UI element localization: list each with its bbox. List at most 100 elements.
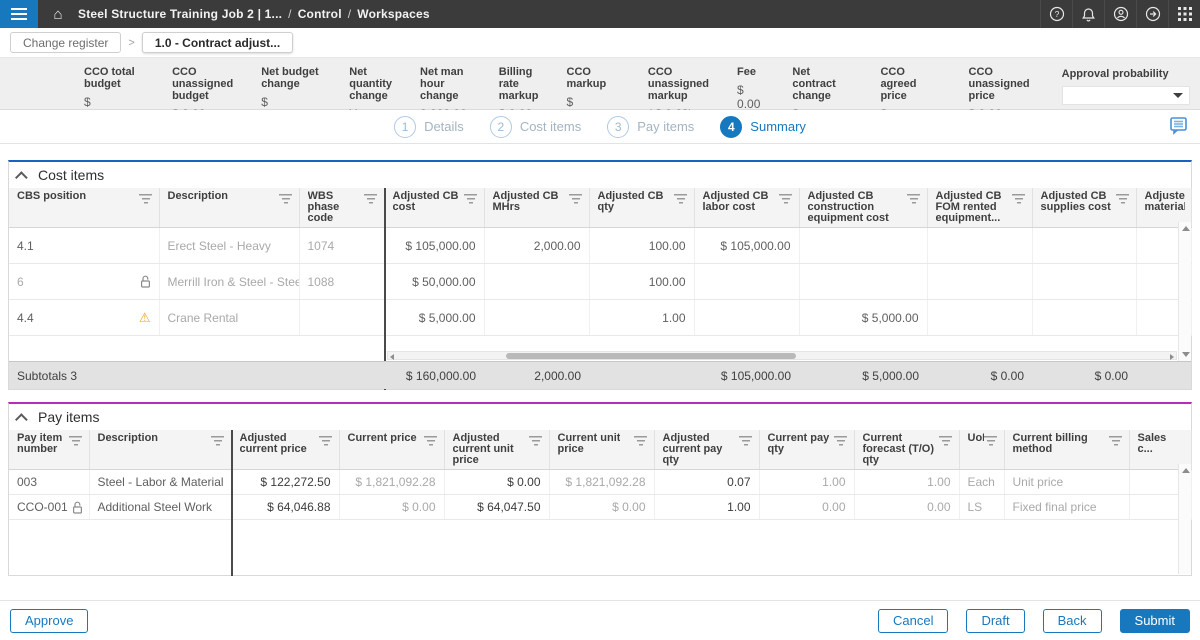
col-adjusted-cb-qty[interactable]: Adjusted CB qty — [589, 188, 694, 228]
col-pay-item-number[interactable]: Pay item number — [9, 430, 89, 470]
signout-icon[interactable] — [1136, 0, 1168, 28]
cost-row-1[interactable]: 4.1 Erect Steel - Heavy 1074 $ 105,000.0… — [9, 228, 1191, 264]
stat-fee: Fee$ 0.00 — [723, 66, 774, 111]
filter-icon[interactable] — [834, 435, 848, 446]
filter-icon[interactable] — [569, 193, 583, 204]
filter-icon[interactable] — [1116, 193, 1130, 204]
breadcrumb-workspaces[interactable]: Workspaces — [357, 7, 429, 21]
filter-icon[interactable] — [211, 435, 225, 446]
tab-contract-adjustment[interactable]: 1.0 - Contract adjust... — [142, 32, 293, 53]
filter-icon[interactable] — [319, 435, 333, 446]
col-current-unit-price[interactable]: Current unit price — [549, 430, 654, 470]
horizontal-scrollbar-thumb[interactable] — [506, 353, 796, 359]
cost-row-2[interactable]: 6 Merrill Iron & Steel - Steel m... 1088… — [9, 264, 1191, 300]
home-icon[interactable]: ⌂ — [38, 0, 78, 28]
notifications-icon[interactable] — [1072, 0, 1104, 28]
collapse-chevron-icon[interactable] — [15, 171, 28, 184]
wizard-stepper: 1Details 2Cost items 3Pay items 4Summary — [0, 110, 1200, 144]
col-adjusted-current-unit-price[interactable]: Adjusted current unit price — [444, 430, 549, 470]
col-adjusted-cb-fom-rented-equipment[interactable]: Adjusted CB FOM rented equipment... — [927, 188, 1032, 228]
filter-icon[interactable] — [939, 435, 953, 446]
filter-icon[interactable] — [907, 193, 921, 204]
cost-row-3[interactable]: 4.4⚠ Crane Rental $ 5,000.00 1.00 $ 5,00… — [9, 300, 1191, 336]
submit-button[interactable]: Submit — [1120, 609, 1190, 633]
filter-icon[interactable] — [674, 193, 688, 204]
filter-icon[interactable] — [424, 435, 438, 446]
cost-items-grid: CBS position Description WBS phase code … — [9, 188, 1192, 336]
approval-probability-select[interactable] — [1062, 86, 1190, 105]
col-pay-description[interactable]: Description — [89, 430, 231, 470]
breadcrumb-control[interactable]: Control — [298, 7, 342, 21]
unlock-icon — [72, 501, 83, 514]
summary-stats-bar: CCO total budget$ 160,000.00 CCO unassig… — [0, 58, 1200, 110]
filter-icon[interactable] — [279, 193, 293, 204]
unlock-icon — [140, 275, 151, 288]
scroll-right-icon[interactable] — [1170, 354, 1174, 360]
cost-header-row: CBS position Description WBS phase code … — [9, 188, 1191, 228]
stat-approval-probability: Approval probability — [1044, 66, 1200, 105]
filter-icon[interactable] — [634, 435, 648, 446]
col-adjusted-current-price[interactable]: Adjusted current price — [231, 430, 339, 470]
scroll-up-icon[interactable] — [1182, 468, 1190, 473]
step-summary[interactable]: 4Summary — [720, 116, 806, 138]
back-button[interactable]: Back — [1043, 609, 1102, 633]
svg-text:?: ? — [1054, 9, 1059, 19]
scroll-left-icon[interactable] — [390, 354, 394, 360]
col-adjusted-current-pay-qty[interactable]: Adjusted current pay qty — [654, 430, 759, 470]
comments-icon[interactable] — [1168, 117, 1188, 140]
approve-button[interactable]: Approve — [10, 609, 88, 633]
subtotals-label: Subtotals 3 — [9, 369, 384, 383]
filter-icon[interactable] — [739, 435, 753, 446]
apps-grid-icon[interactable] — [1168, 0, 1200, 28]
col-current-price[interactable]: Current price — [339, 430, 444, 470]
filter-icon[interactable] — [529, 435, 543, 446]
col-adjusted-cb-construction-equipment-cost[interactable]: Adjusted CB construction equipment cost — [799, 188, 927, 228]
horizontal-scrollbar[interactable] — [387, 351, 1177, 360]
col-adjusted-cb-labor-cost[interactable]: Adjusted CB labor cost — [694, 188, 799, 228]
col-wbs-phase-code[interactable]: WBS phase code — [299, 188, 384, 228]
account-icon[interactable] — [1104, 0, 1136, 28]
filter-icon[interactable] — [139, 193, 153, 204]
filter-icon[interactable] — [69, 435, 83, 446]
cost-items-panel: Cost items CBS position Description WBS … — [8, 160, 1192, 390]
filter-icon[interactable] — [1109, 435, 1123, 446]
pay-row-2[interactable]: CCO-001 Additional Steel Work $ 64,046.8… — [9, 495, 1191, 520]
frozen-column-divider[interactable] — [231, 430, 233, 576]
col-current-pay-qty[interactable]: Current pay qty — [759, 430, 854, 470]
col-adjusted-cb-cost[interactable]: Adjusted CB cost — [384, 188, 484, 228]
pay-row-1[interactable]: 003 Steel - Labor & Material $ 122,272.5… — [9, 470, 1191, 495]
filter-icon[interactable] — [464, 193, 478, 204]
col-current-billing-method[interactable]: Current billing method — [1004, 430, 1129, 470]
topbar-icons: ? — [1040, 0, 1200, 28]
scroll-up-icon[interactable] — [1182, 226, 1190, 231]
breadcrumb: Steel Structure Training Job 2 | 1.../Co… — [78, 7, 430, 21]
menu-icon[interactable] — [0, 0, 38, 28]
col-adjusted-cb-supplies-cost[interactable]: Adjusted CB supplies cost — [1032, 188, 1136, 228]
col-current-forecast-qty[interactable]: Current forecast (T/O) qty — [854, 430, 959, 470]
pay-items-panel: Pay items Pay item number Description Ad… — [8, 402, 1192, 576]
cancel-button[interactable]: Cancel — [878, 609, 948, 633]
collapse-chevron-icon[interactable] — [15, 413, 28, 426]
frozen-column-divider[interactable] — [384, 188, 386, 390]
filter-icon[interactable] — [779, 193, 793, 204]
step-details[interactable]: 1Details — [394, 116, 464, 138]
col-adjusted-cb-mhrs[interactable]: Adjusted CB MHrs — [484, 188, 589, 228]
breadcrumb-project[interactable]: Steel Structure Training Job 2 | 1... — [78, 7, 282, 21]
vertical-scrollbar[interactable] — [1178, 222, 1191, 361]
pay-header-row: Pay item number Description Adjusted cur… — [9, 430, 1191, 470]
col-description[interactable]: Description — [159, 188, 299, 228]
vertical-scrollbar[interactable] — [1178, 464, 1191, 574]
col-uom[interactable]: UoM — [959, 430, 1004, 470]
filter-icon[interactable] — [984, 435, 998, 446]
scroll-down-icon[interactable] — [1182, 352, 1190, 357]
pay-items-section-header: Pay items — [9, 404, 1191, 430]
draft-button[interactable]: Draft — [966, 609, 1024, 633]
col-cbs-position[interactable]: CBS position — [9, 188, 159, 228]
filter-icon[interactable] — [1012, 193, 1026, 204]
step-cost-items[interactable]: 2Cost items — [490, 116, 581, 138]
step-pay-items[interactable]: 3Pay items — [607, 116, 694, 138]
filter-icon[interactable] — [364, 193, 378, 204]
help-icon[interactable]: ? — [1040, 0, 1072, 28]
tab-change-register[interactable]: Change register — [10, 32, 121, 53]
chevron-down-icon — [1173, 93, 1183, 98]
